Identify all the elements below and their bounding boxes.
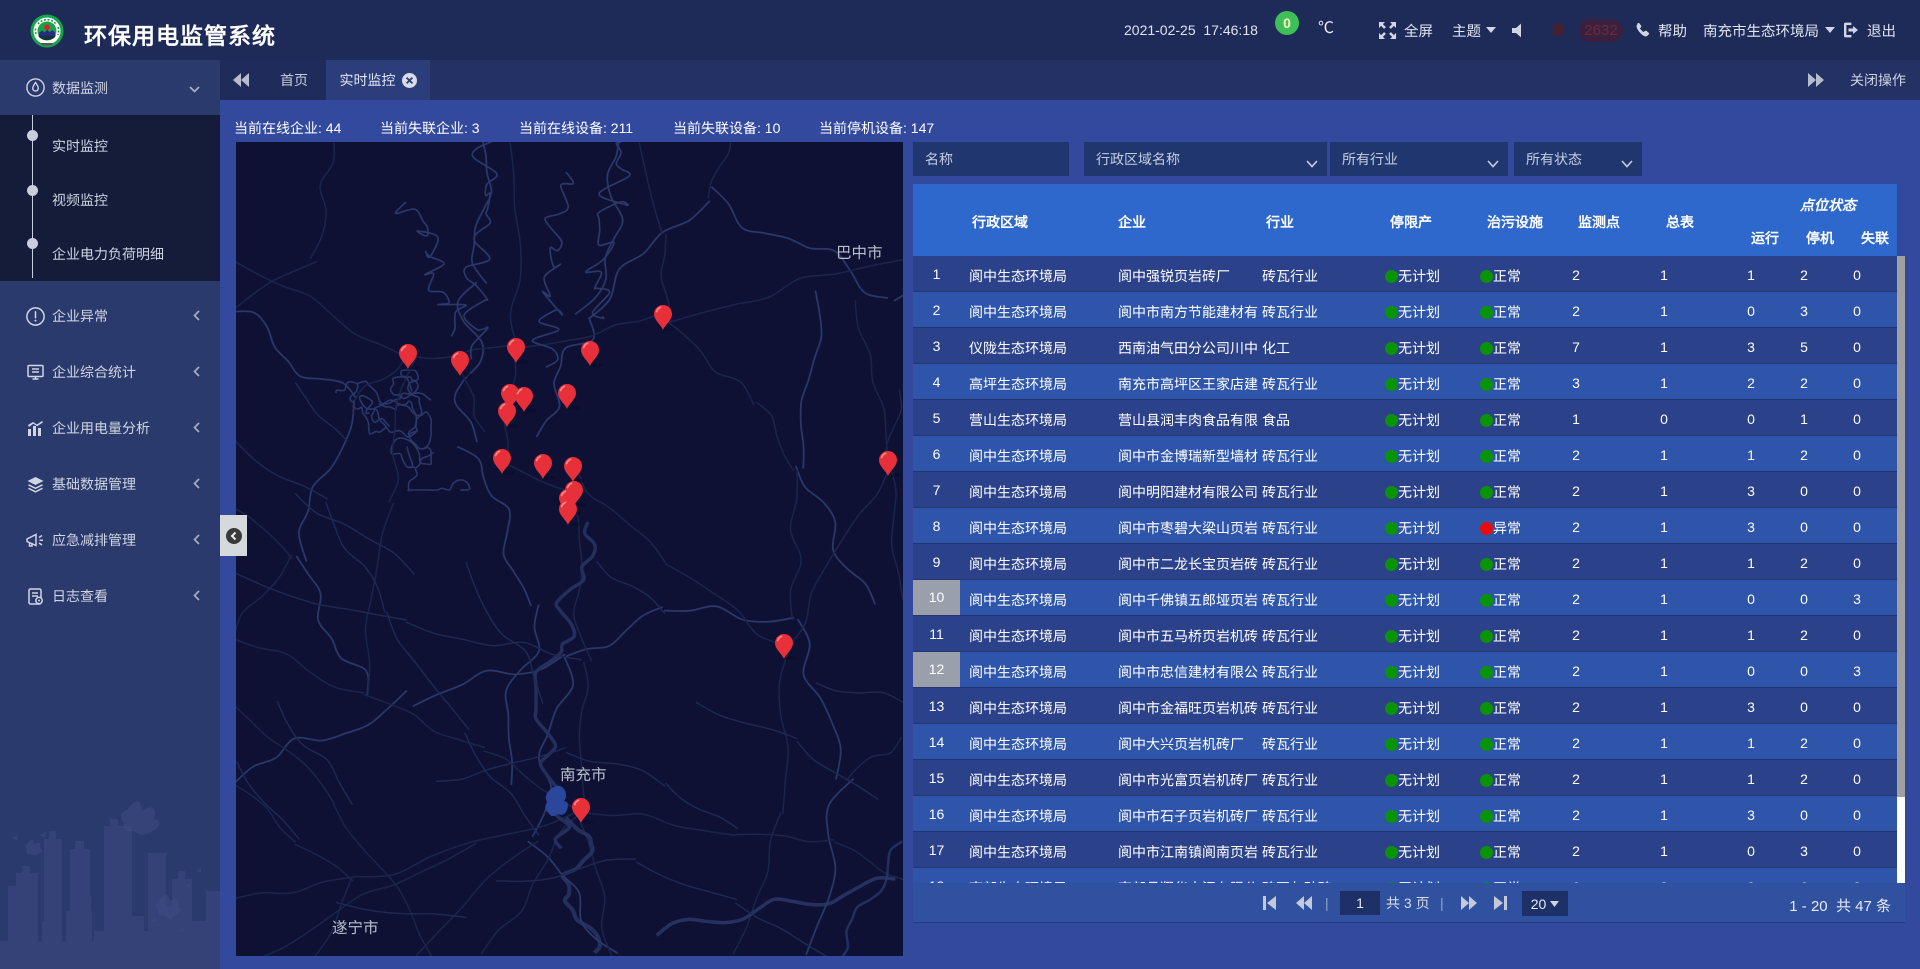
svg-text:遂宁市: 遂宁市 [332,919,379,937]
svg-text:南充市: 南充市 [560,766,607,784]
svg-text:巴中市: 巴中市 [836,244,883,262]
